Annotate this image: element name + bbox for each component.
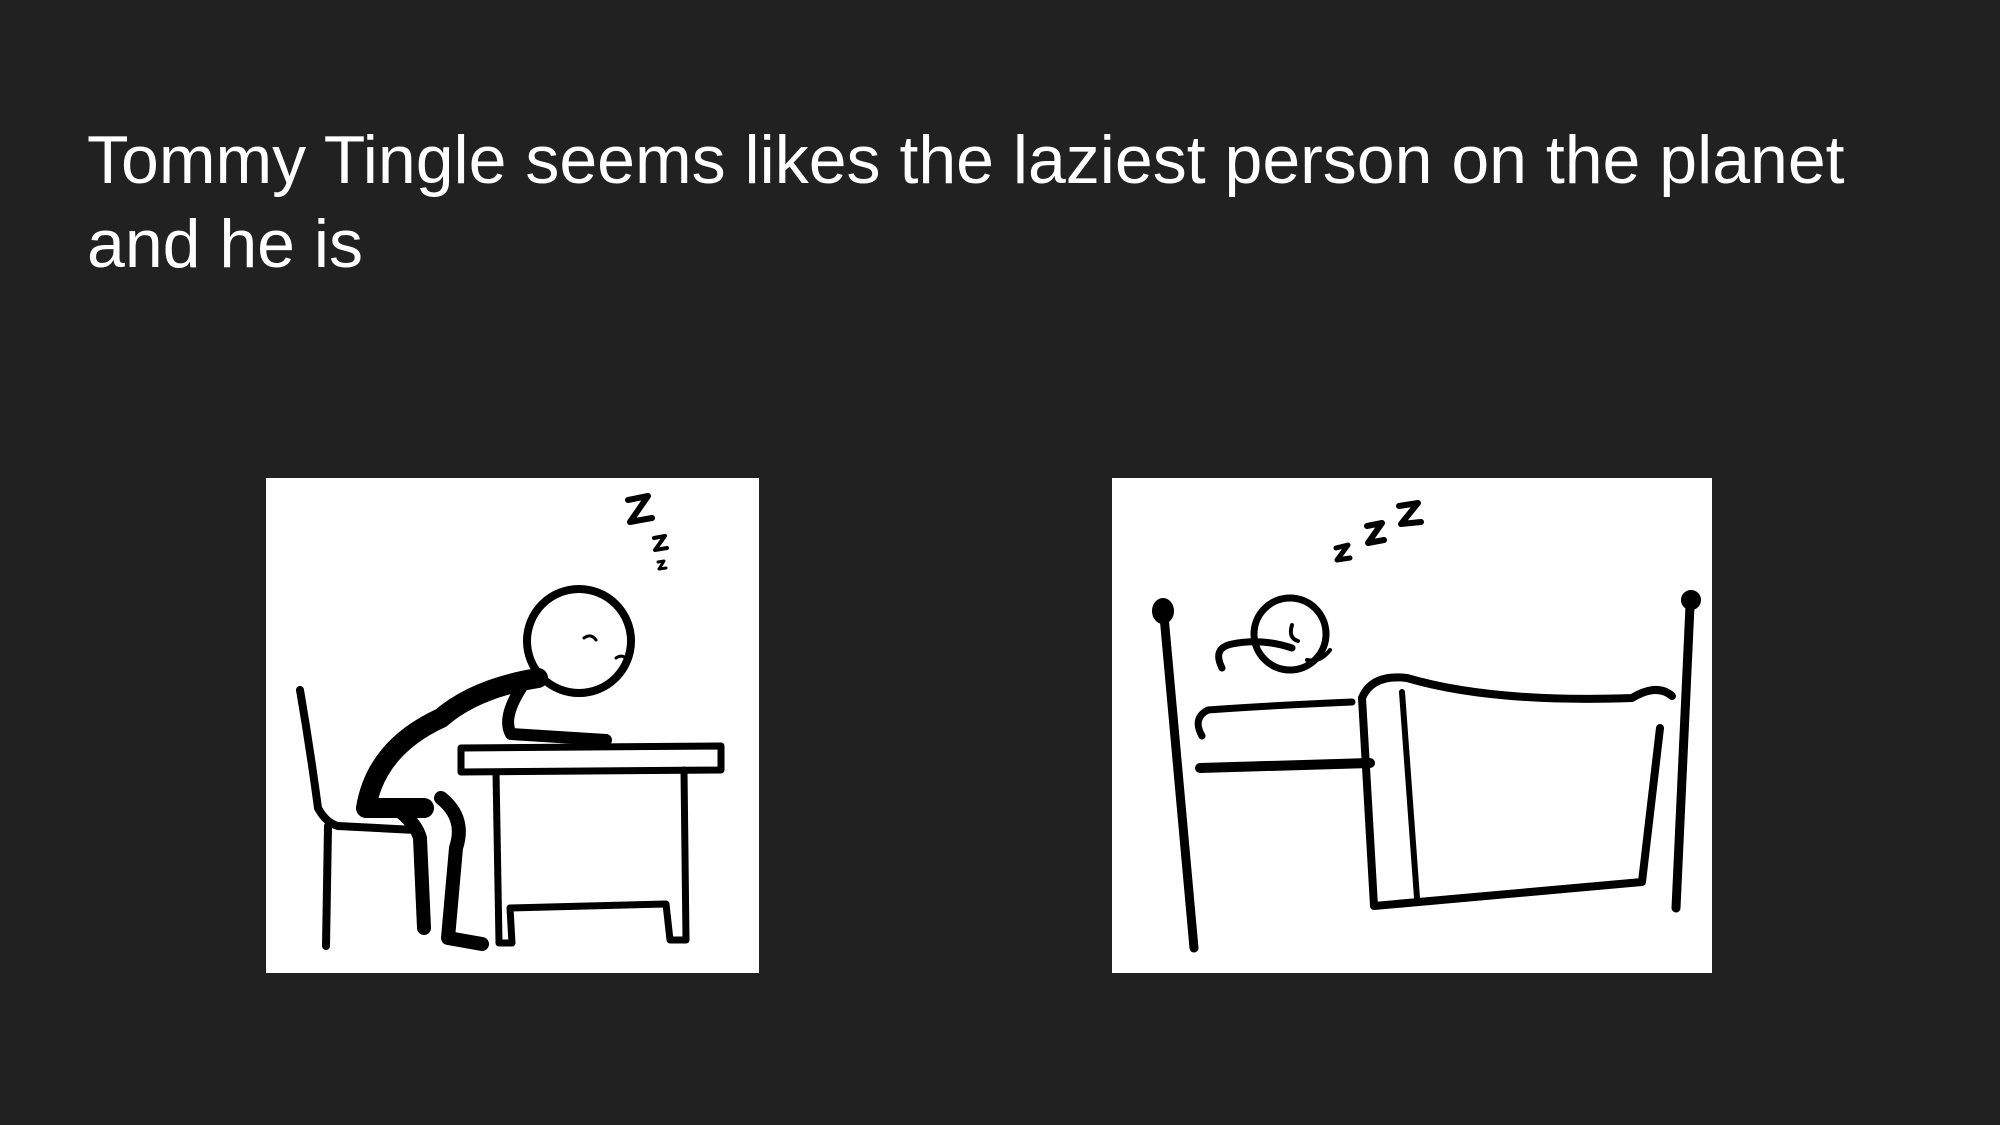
chair-leg-icon [322, 822, 332, 950]
eye-icon [614, 654, 630, 663]
bed-sleeper-drawing [1152, 500, 1701, 953]
blanket-fold-icon [1399, 689, 1420, 901]
bedpost-knob-icon [1152, 598, 1174, 624]
slide: Tommy Tingle seems likes the laziest per… [0, 0, 2000, 1125]
footboard-post-icon [1671, 601, 1695, 913]
sleeping-at-desk-illustration [266, 478, 759, 973]
desk-body-icon [492, 766, 690, 947]
eye-icon [582, 634, 598, 642]
small-z-icon [1333, 542, 1353, 563]
small-z-icon [656, 559, 668, 571]
medium-z-icon [1364, 520, 1387, 546]
mattress-icon [1194, 698, 1356, 740]
medium-z-icon [652, 534, 669, 552]
arm-icon [502, 682, 612, 746]
headboard-post-icon [1159, 611, 1199, 953]
blanket-top-icon [1358, 673, 1676, 703]
mattress-edge-icon [1195, 758, 1375, 773]
big-z-icon [1396, 500, 1424, 527]
desk-sleeper-drawing [296, 493, 725, 951]
big-z-icon [625, 493, 655, 525]
bedpost-knob-icon [1681, 590, 1701, 610]
slide-title: Tommy Tingle seems likes the laziest per… [87, 122, 1845, 282]
sleeping-in-bed-illustration [1112, 478, 1712, 973]
leg-icon [434, 791, 489, 951]
eye-icon [1288, 623, 1300, 643]
